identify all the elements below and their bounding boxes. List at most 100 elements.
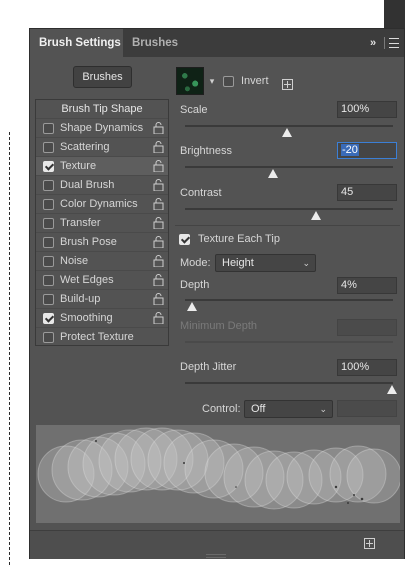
divider [384,37,385,49]
list-item-transfer[interactable]: Transfer [36,214,168,233]
lock-icon[interactable] [153,160,164,172]
smoothing-checkbox[interactable] [43,313,54,324]
list-item-brush-tip-shape[interactable]: Brush Tip Shape [36,100,168,119]
contrast-field[interactable]: 45 [337,184,397,201]
scale-slider-thumb[interactable] [282,128,292,137]
depth-field[interactable]: 4% [337,277,397,294]
depth-jitter-slider-thumb[interactable] [387,385,397,394]
lock-icon[interactable] [153,217,164,229]
stroke-preview-graphic [37,427,400,510]
depth-jitter-label: Depth Jitter [180,361,237,373]
divider [175,225,400,226]
list-item-label: Brush Pose [60,236,117,248]
create-new-brush-icon[interactable] [364,538,375,549]
lock-icon[interactable] [153,293,164,305]
new-preset-icon[interactable] [282,79,293,90]
list-item-dual-brush[interactable]: Dual Brush [36,176,168,195]
brightness-slider-thumb[interactable] [268,169,278,178]
build-up-checkbox[interactable] [43,294,54,305]
texture-checkbox[interactable] [43,161,54,172]
brightness-field[interactable]: -20 [337,142,397,159]
list-item-brush-pose[interactable]: Brush Pose [36,233,168,252]
scale-label: Scale [180,104,208,116]
list-item-wet-edges[interactable]: Wet Edges [36,271,168,290]
contrast-slider-thumb[interactable] [311,211,321,220]
panel-menu-button[interactable]: » [370,35,400,51]
pattern-dropdown-arrow-icon[interactable]: ▾ [206,67,218,95]
list-item-noise[interactable]: Noise [36,252,168,271]
lock-icon[interactable] [153,274,164,286]
tab-brush-settings[interactable]: Brush Settings [30,29,123,57]
invert-label: Invert [241,75,269,87]
resize-grip[interactable] [206,554,226,558]
minimum-depth-label: Minimum Depth [180,320,258,332]
depth-label: Depth [180,279,210,291]
mode-label: Mode: [180,257,211,269]
list-item-protect-texture[interactable]: Protect Texture [36,328,168,347]
lock-icon[interactable] [153,255,164,267]
minimum-depth-field [337,319,397,336]
list-item-texture[interactable]: Texture [36,157,168,176]
depth-jitter-slider-track[interactable] [185,382,393,384]
wet-edges-checkbox[interactable] [43,275,54,286]
canvas-area [29,0,384,26]
list-item-label: Color Dynamics [60,198,138,210]
lock-icon[interactable] [153,198,164,210]
list-item-label: Shape Dynamics [60,122,144,134]
tab-bar: Brush Settings Brushes » [30,29,404,57]
texture-pattern-swatch[interactable] [176,67,204,95]
contrast-slider-track[interactable] [185,208,393,210]
lock-icon[interactable] [153,236,164,248]
scale-field[interactable]: 100% [337,101,397,118]
lock-icon[interactable] [153,312,164,324]
control-label: Control: [202,403,241,415]
lock-icon[interactable] [153,122,164,134]
list-item-label: Protect Texture [60,331,134,343]
collapse-chevron-icon[interactable]: » [370,35,376,51]
depth-slider-track[interactable] [185,299,393,301]
color-dynamics-checkbox[interactable] [43,199,54,210]
tab-brushes[interactable]: Brushes [123,29,183,57]
texture-each-tip-checkbox[interactable] [179,234,190,245]
list-item-scattering[interactable]: Scattering [36,138,168,157]
brush-stroke-preview [36,425,400,523]
lock-icon[interactable] [153,141,164,153]
minimum-depth-slider-track [185,341,393,343]
contrast-label: Contrast [180,187,222,199]
scattering-checkbox[interactable] [43,142,54,153]
canvas-edge [9,132,10,565]
depth-slider-thumb[interactable] [187,302,197,311]
shape-dynamics-checkbox[interactable] [43,123,54,134]
texture-each-tip-label: Texture Each Tip [198,233,280,245]
chevron-down-icon: ⌄ [319,404,327,414]
list-item-label: Wet Edges [60,274,114,286]
list-item-label: Dual Brush [60,179,115,191]
control-value: Off [251,403,266,415]
noise-checkbox[interactable] [43,256,54,267]
transfer-checkbox[interactable] [43,218,54,229]
list-item-color-dynamics[interactable]: Color Dynamics [36,195,168,214]
brushes-button[interactable]: Brushes [73,66,132,88]
list-item-shape-dynamics[interactable]: Shape Dynamics [36,119,168,138]
brightness-value: -20 [341,144,359,156]
brightness-slider-track[interactable] [185,166,393,168]
brush-pose-checkbox[interactable] [43,237,54,248]
scale-slider-track[interactable] [185,125,393,127]
mode-value: Height [222,257,254,269]
dual-brush-checkbox[interactable] [43,180,54,191]
brush-options-list: Brush Tip Shape Shape Dynamics Scatterin… [35,99,169,346]
hamburger-menu-icon[interactable] [389,38,399,48]
list-item-label: Noise [60,255,89,267]
control-dropdown[interactable]: Off ⌄ [244,400,333,418]
list-item-build-up[interactable]: Build-up [36,290,168,309]
protect-texture-checkbox[interactable] [43,332,54,343]
depth-jitter-field[interactable]: 100% [337,359,397,376]
list-item-label: Texture [60,160,97,172]
brush-settings-panel: Brush Settings Brushes » Brushes Brush T… [29,28,405,559]
lock-icon[interactable] [153,179,164,191]
app-background [384,0,405,30]
list-item-smoothing[interactable]: Smoothing [36,309,168,328]
chevron-down-icon: ⌄ [302,258,310,268]
invert-checkbox[interactable] [223,76,234,87]
mode-dropdown[interactable]: Height ⌄ [215,254,316,272]
